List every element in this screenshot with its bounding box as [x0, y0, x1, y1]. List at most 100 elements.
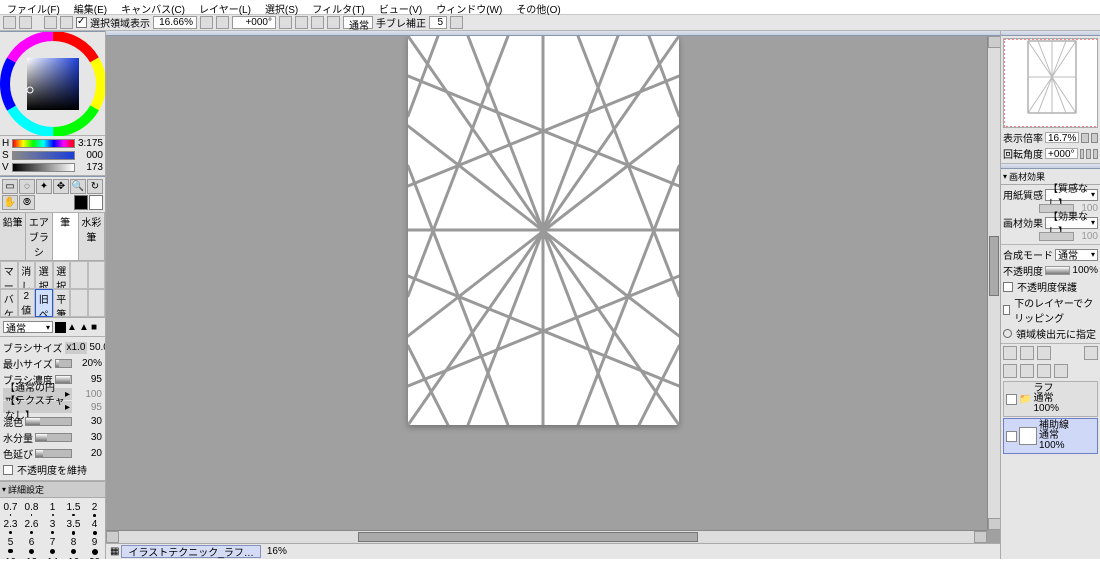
menu-canvas[interactable]: キャンバス(C) [114, 0, 192, 14]
canvas-paper[interactable] [408, 36, 679, 425]
tab-airbrush[interactable]: エアブラシ [26, 213, 52, 260]
blend-slider[interactable] [25, 417, 72, 426]
blend-a-icon[interactable]: ▲ [67, 322, 78, 333]
show-selection-check[interactable] [76, 17, 87, 28]
rotation-field[interactable]: +000° [232, 16, 276, 29]
blend-b-icon[interactable]: ▲ [79, 322, 90, 333]
deselect-button[interactable] [44, 16, 57, 29]
flatten-icon[interactable] [1020, 364, 1034, 378]
tool-消しゴム[interactable]: 消しゴム [18, 261, 36, 289]
scroll-left-icon[interactable] [106, 531, 119, 543]
new-layer-icon[interactable] [1003, 346, 1017, 360]
canvas-viewport[interactable] [106, 36, 1000, 543]
layer-visibility-icon[interactable] [1006, 394, 1017, 405]
move-icon[interactable]: ✥ [53, 179, 69, 194]
flip-button[interactable] [327, 16, 340, 29]
invert-sel-button[interactable] [60, 16, 73, 29]
scroll-down-icon[interactable] [988, 518, 1000, 530]
color-wheel[interactable] [0, 32, 105, 136]
zoom-icon[interactable]: 🔍 [70, 179, 86, 194]
nav-zoom-out-icon[interactable] [1081, 133, 1088, 143]
brush-size-7[interactable]: 7 [45, 537, 60, 555]
brush-size-1.5[interactable]: 1.5 [66, 502, 81, 517]
layer-補助線[interactable]: 補助線通常100% [1003, 418, 1098, 454]
brush-size-8[interactable]: 8 [66, 537, 81, 555]
document-tab[interactable]: イラストテクニック_ラフ… [121, 545, 260, 558]
blend-normal-icon[interactable] [55, 322, 66, 333]
menu-layer[interactable]: レイヤー(L) [192, 0, 258, 14]
tool-選択ペン[interactable]: 選択ペン [35, 261, 53, 289]
brush-size-20[interactable]: 20 [87, 557, 102, 559]
rect-select-icon[interactable]: ▭ [2, 179, 18, 194]
clipping-check[interactable] [1003, 305, 1010, 315]
tool-平筆[interactable]: 平筆 [53, 289, 71, 317]
effect-select[interactable]: 【効果なし】 [1045, 217, 1098, 229]
extend-slider[interactable] [35, 449, 72, 458]
blend-c-icon[interactable]: ■ [91, 322, 102, 333]
tool-2値ペン[interactable]: 2値ペン [18, 289, 36, 317]
transfer-down-icon[interactable] [1037, 346, 1051, 360]
draw-mode-select[interactable]: 通常 [3, 321, 53, 333]
scroll-up-icon[interactable] [988, 36, 1000, 48]
merge-down-icon[interactable] [1003, 364, 1017, 378]
nav-rot-value[interactable]: +000° [1045, 148, 1078, 159]
brush-size-3[interactable]: 3 [45, 519, 60, 535]
tool-選択消し[interactable]: 選択消し [53, 261, 71, 289]
hand-icon[interactable]: ✋ [2, 195, 18, 210]
protect-opacity-check[interactable] [1003, 282, 1013, 292]
stabilizer-field[interactable]: 5 [429, 16, 447, 29]
nav-zoom-in-icon[interactable] [1091, 133, 1098, 143]
detail-header[interactable]: 詳細設定 [0, 481, 105, 498]
menu-filter[interactable]: フィルタ(T) [305, 0, 372, 14]
zoom-out-button[interactable] [200, 16, 213, 29]
tool-マーカー[interactable]: マーカー [0, 261, 18, 289]
redo-button[interactable] [19, 16, 32, 29]
brush-size-9[interactable]: 9 [87, 537, 102, 555]
brush-size-2.6[interactable]: 2.6 [24, 519, 39, 535]
tool-旧ペン1[interactable]: 旧ペン1 [35, 289, 53, 317]
layer-visibility-icon[interactable] [1006, 431, 1017, 442]
fg-color-swatch[interactable] [74, 195, 88, 210]
h-slider[interactable] [12, 139, 75, 148]
brush-size-0.8[interactable]: 0.8 [24, 502, 39, 517]
lasso-icon[interactable]: ◌ [19, 179, 35, 194]
menu-file[interactable]: ファイル(F) [0, 0, 67, 14]
tab-waterbrush[interactable]: 水彩筆 [79, 213, 105, 260]
brush-size-scale[interactable]: x1.0 [65, 342, 88, 354]
clear-layer-icon[interactable] [1037, 364, 1051, 378]
brush-size-6[interactable]: 6 [24, 537, 39, 555]
delete-layer-icon[interactable] [1054, 364, 1068, 378]
rot-right-button[interactable] [295, 16, 308, 29]
nav-rot-left-icon[interactable] [1080, 149, 1085, 159]
nav-zoom-value[interactable]: 16.7% [1045, 132, 1079, 143]
menu-select[interactable]: 選択(S) [258, 0, 305, 14]
picker-icon[interactable]: ⦾ [19, 195, 35, 210]
water-slider[interactable] [35, 433, 72, 442]
menu-other[interactable]: その他(O) [509, 0, 567, 14]
effect-strength-slider[interactable] [1039, 232, 1075, 241]
h-scrollbar[interactable] [106, 530, 987, 543]
paper-select[interactable]: 【質感なし】 [1045, 189, 1098, 201]
brush-size-0.7[interactable]: 0.7 [3, 502, 18, 517]
tool-バケツ[interactable]: バケツ [0, 289, 18, 317]
zoom-field[interactable]: 16.66% [153, 16, 197, 29]
rot-left-button[interactable] [279, 16, 292, 29]
zoom-in-button[interactable] [216, 16, 229, 29]
scroll-right-icon[interactable] [974, 531, 987, 543]
bg-color-swatch[interactable] [89, 195, 103, 210]
nav-rot-reset-icon[interactable] [1093, 149, 1098, 159]
brush-size-12[interactable]: 12 [24, 557, 39, 559]
menu-window[interactable]: ウィンドウ(W) [429, 0, 509, 14]
brush-size-16[interactable]: 16 [66, 557, 81, 559]
min-size-slider[interactable] [55, 359, 72, 368]
menu-edit[interactable]: 編集(E) [67, 0, 114, 14]
tab-brush[interactable]: 筆 [53, 213, 79, 260]
brush-texture-select[interactable]: 【テクスチャなし】▸ [3, 401, 72, 413]
new-group-icon[interactable] [1020, 346, 1034, 360]
keep-opacity-check[interactable] [3, 465, 13, 475]
detect-src-radio[interactable] [1003, 329, 1012, 338]
brush-size-2.3[interactable]: 2.3 [3, 519, 18, 535]
stabilizer-menu-button[interactable] [450, 16, 463, 29]
brush-size-2[interactable]: 2 [87, 502, 102, 517]
comp-select[interactable]: 通常 [1055, 249, 1098, 261]
